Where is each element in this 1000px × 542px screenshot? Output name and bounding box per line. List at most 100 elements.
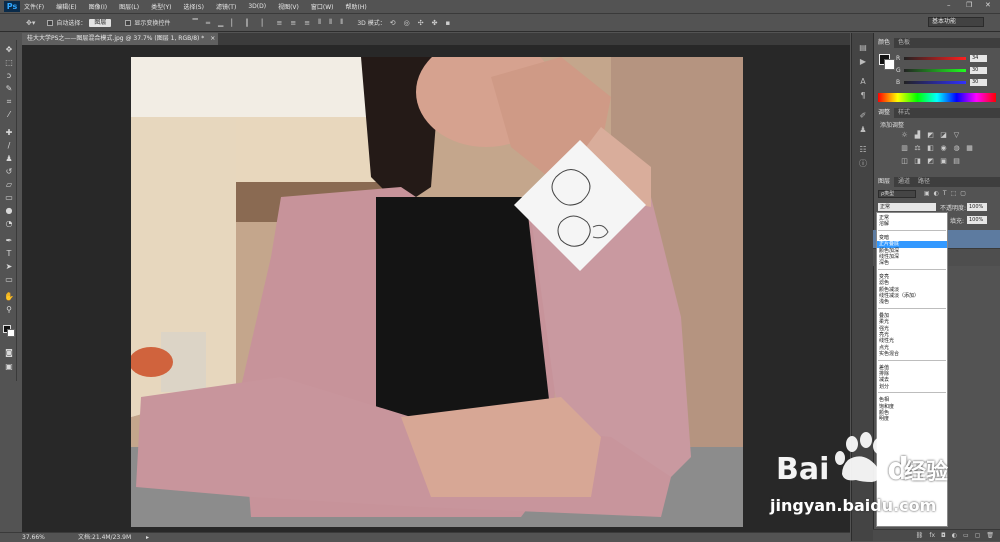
tab-styles[interactable]: 样式: [894, 108, 914, 118]
pen-tool-icon[interactable]: ✒: [4, 236, 14, 246]
restore-button[interactable]: ❐: [966, 1, 972, 9]
green-value[interactable]: 30: [970, 67, 987, 74]
auto-select-dropdown[interactable]: 图层: [89, 18, 112, 27]
document-canvas[interactable]: [131, 57, 743, 527]
blend-option[interactable]: 实色混合: [877, 351, 947, 358]
tab-color[interactable]: 颜色: [874, 38, 895, 48]
align-left-icon[interactable]: ▏: [231, 19, 236, 27]
levels-icon[interactable]: ▟: [913, 131, 922, 139]
align-bottom-icon[interactable]: ▁: [218, 19, 223, 27]
3d-slide-icon[interactable]: ✤: [432, 19, 438, 27]
background-color-swatch[interactable]: [7, 329, 15, 337]
exposure-icon[interactable]: ◪: [939, 131, 948, 139]
curves-icon[interactable]: ◩: [926, 131, 935, 139]
3d-scale-icon[interactable]: ▪: [445, 19, 450, 27]
threshold-icon[interactable]: ◩: [926, 157, 935, 165]
fill-input[interactable]: 100%: [967, 216, 987, 224]
healing-brush-tool-icon[interactable]: ✚: [4, 128, 14, 138]
delete-layer-icon[interactable]: 🗑: [986, 532, 994, 539]
marquee-tool-icon[interactable]: ⬚: [4, 58, 14, 68]
info-panel-icon[interactable]: ⓘ: [858, 159, 868, 169]
color-balance-icon[interactable]: ⚖: [913, 144, 922, 152]
close-tab-icon[interactable]: ×: [210, 35, 215, 42]
move-tool-icon[interactable]: ✥▾: [26, 19, 35, 27]
3d-rotate-icon[interactable]: ⟲: [390, 19, 396, 27]
blue-slider[interactable]: B 30: [896, 79, 987, 86]
layer-filter-dropdown[interactable]: ρ类型: [878, 190, 916, 198]
blend-option[interactable]: 明度: [877, 416, 947, 423]
menu-help[interactable]: 帮助(H): [346, 2, 367, 11]
layer-filter-icons[interactable]: ▣◐T⬚▢: [924, 190, 970, 197]
crop-tool-icon[interactable]: ⌗: [4, 97, 14, 107]
brush-panel-icon[interactable]: ✐: [858, 111, 868, 121]
show-transform-checkbox[interactable]: [125, 19, 132, 26]
distribute-center-icon[interactable]: ⦀: [329, 18, 332, 27]
distribute-middle-icon[interactable]: ≡: [290, 19, 296, 27]
distribute-bottom-icon[interactable]: ≡: [304, 19, 310, 27]
clone-source-icon[interactable]: ♟: [858, 125, 868, 135]
blend-option[interactable]: 溶解: [877, 221, 947, 228]
align-right-icon[interactable]: ▕: [257, 19, 262, 27]
align-middle-icon[interactable]: ═: [206, 19, 210, 27]
distribute-top-icon[interactable]: ≡: [276, 19, 282, 27]
brush-tool-icon[interactable]: /: [4, 141, 14, 151]
gradient-tool-icon[interactable]: ▭: [4, 193, 14, 203]
eyedropper-tool-icon[interactable]: ⁄: [4, 110, 14, 120]
workspace-switcher[interactable]: 基本功能: [928, 17, 984, 27]
channel-mixer-icon[interactable]: ◍: [952, 144, 961, 152]
vibrance-icon[interactable]: ▽: [952, 131, 961, 139]
blue-value[interactable]: 30: [970, 79, 987, 86]
background-color-chip[interactable]: [884, 59, 895, 70]
color-lookup-icon[interactable]: ▦: [965, 144, 974, 152]
auto-select-checkbox[interactable]: [47, 19, 54, 26]
lasso-tool-icon[interactable]: ↄ: [4, 71, 14, 81]
minimize-button[interactable]: –: [947, 1, 951, 9]
black-white-icon[interactable]: ◧: [926, 144, 935, 152]
brightness-contrast-icon[interactable]: ☼: [900, 131, 909, 139]
blur-tool-icon[interactable]: ●: [4, 206, 14, 216]
tab-channels[interactable]: 通道: [894, 177, 914, 187]
rectangle-tool-icon[interactable]: ▭: [4, 275, 14, 285]
move-tool-icon[interactable]: ✥: [4, 45, 14, 55]
red-value[interactable]: 34: [970, 55, 987, 62]
blend-mode-select[interactable]: 正常: [878, 203, 936, 211]
color-spectrum-ramp[interactable]: [878, 93, 996, 102]
distribute-left-icon[interactable]: ⦀: [318, 18, 321, 27]
3d-roll-icon[interactable]: ◎: [404, 19, 410, 27]
hand-tool-icon[interactable]: ✋: [4, 292, 14, 302]
align-center-icon[interactable]: ║: [245, 19, 249, 27]
selective-color-icon[interactable]: ▣: [939, 157, 948, 165]
3d-pan-icon[interactable]: ✣: [418, 19, 424, 27]
type-tool-icon[interactable]: T: [4, 249, 14, 259]
tab-layers[interactable]: 图层: [874, 177, 895, 187]
menu-select[interactable]: 选择(S): [183, 2, 204, 11]
align-top-icon[interactable]: ▔: [192, 19, 197, 27]
blue-gradient[interactable]: [904, 81, 966, 84]
hue-saturation-icon[interactable]: ▥: [900, 144, 909, 152]
red-slider[interactable]: R 34: [896, 55, 987, 62]
menu-window[interactable]: 窗口(W): [311, 2, 334, 11]
character-panel-icon[interactable]: A: [858, 77, 868, 87]
quick-select-tool-icon[interactable]: ✎: [4, 84, 14, 94]
menu-type[interactable]: 类型(Y): [151, 2, 171, 11]
green-slider[interactable]: G 30: [896, 67, 987, 74]
zoom-tool-icon[interactable]: ⚲: [4, 305, 14, 315]
photo-filter-icon[interactable]: ◉: [939, 144, 948, 152]
blend-option[interactable]: 深色: [877, 260, 947, 267]
tab-paths[interactable]: 路径: [914, 177, 934, 187]
document-tab[interactable]: 桂大大学PS之——图层混合模式.jpg @ 37.7% (图层 1, RGB/8…: [22, 33, 218, 45]
invert-icon[interactable]: ◫: [900, 157, 909, 165]
menu-3d[interactable]: 3D(D): [248, 3, 266, 10]
blend-option[interactable]: 浅色: [877, 299, 947, 306]
paragraph-panel-icon[interactable]: ¶: [858, 91, 868, 101]
tab-swatches[interactable]: 色板: [894, 38, 914, 48]
menu-filter[interactable]: 滤镜(T): [216, 2, 236, 11]
properties-panel-icon[interactable]: ☷: [858, 145, 868, 155]
quick-mask-icon[interactable]: ◙: [4, 348, 14, 358]
gradient-map-icon[interactable]: ▤: [952, 157, 961, 165]
eraser-tool-icon[interactable]: ▱: [4, 180, 14, 190]
history-brush-tool-icon[interactable]: ↺: [4, 167, 14, 177]
close-window-button[interactable]: ✕: [985, 1, 991, 9]
menu-view[interactable]: 视图(V): [278, 2, 299, 11]
blend-option[interactable]: 划分: [877, 384, 947, 391]
